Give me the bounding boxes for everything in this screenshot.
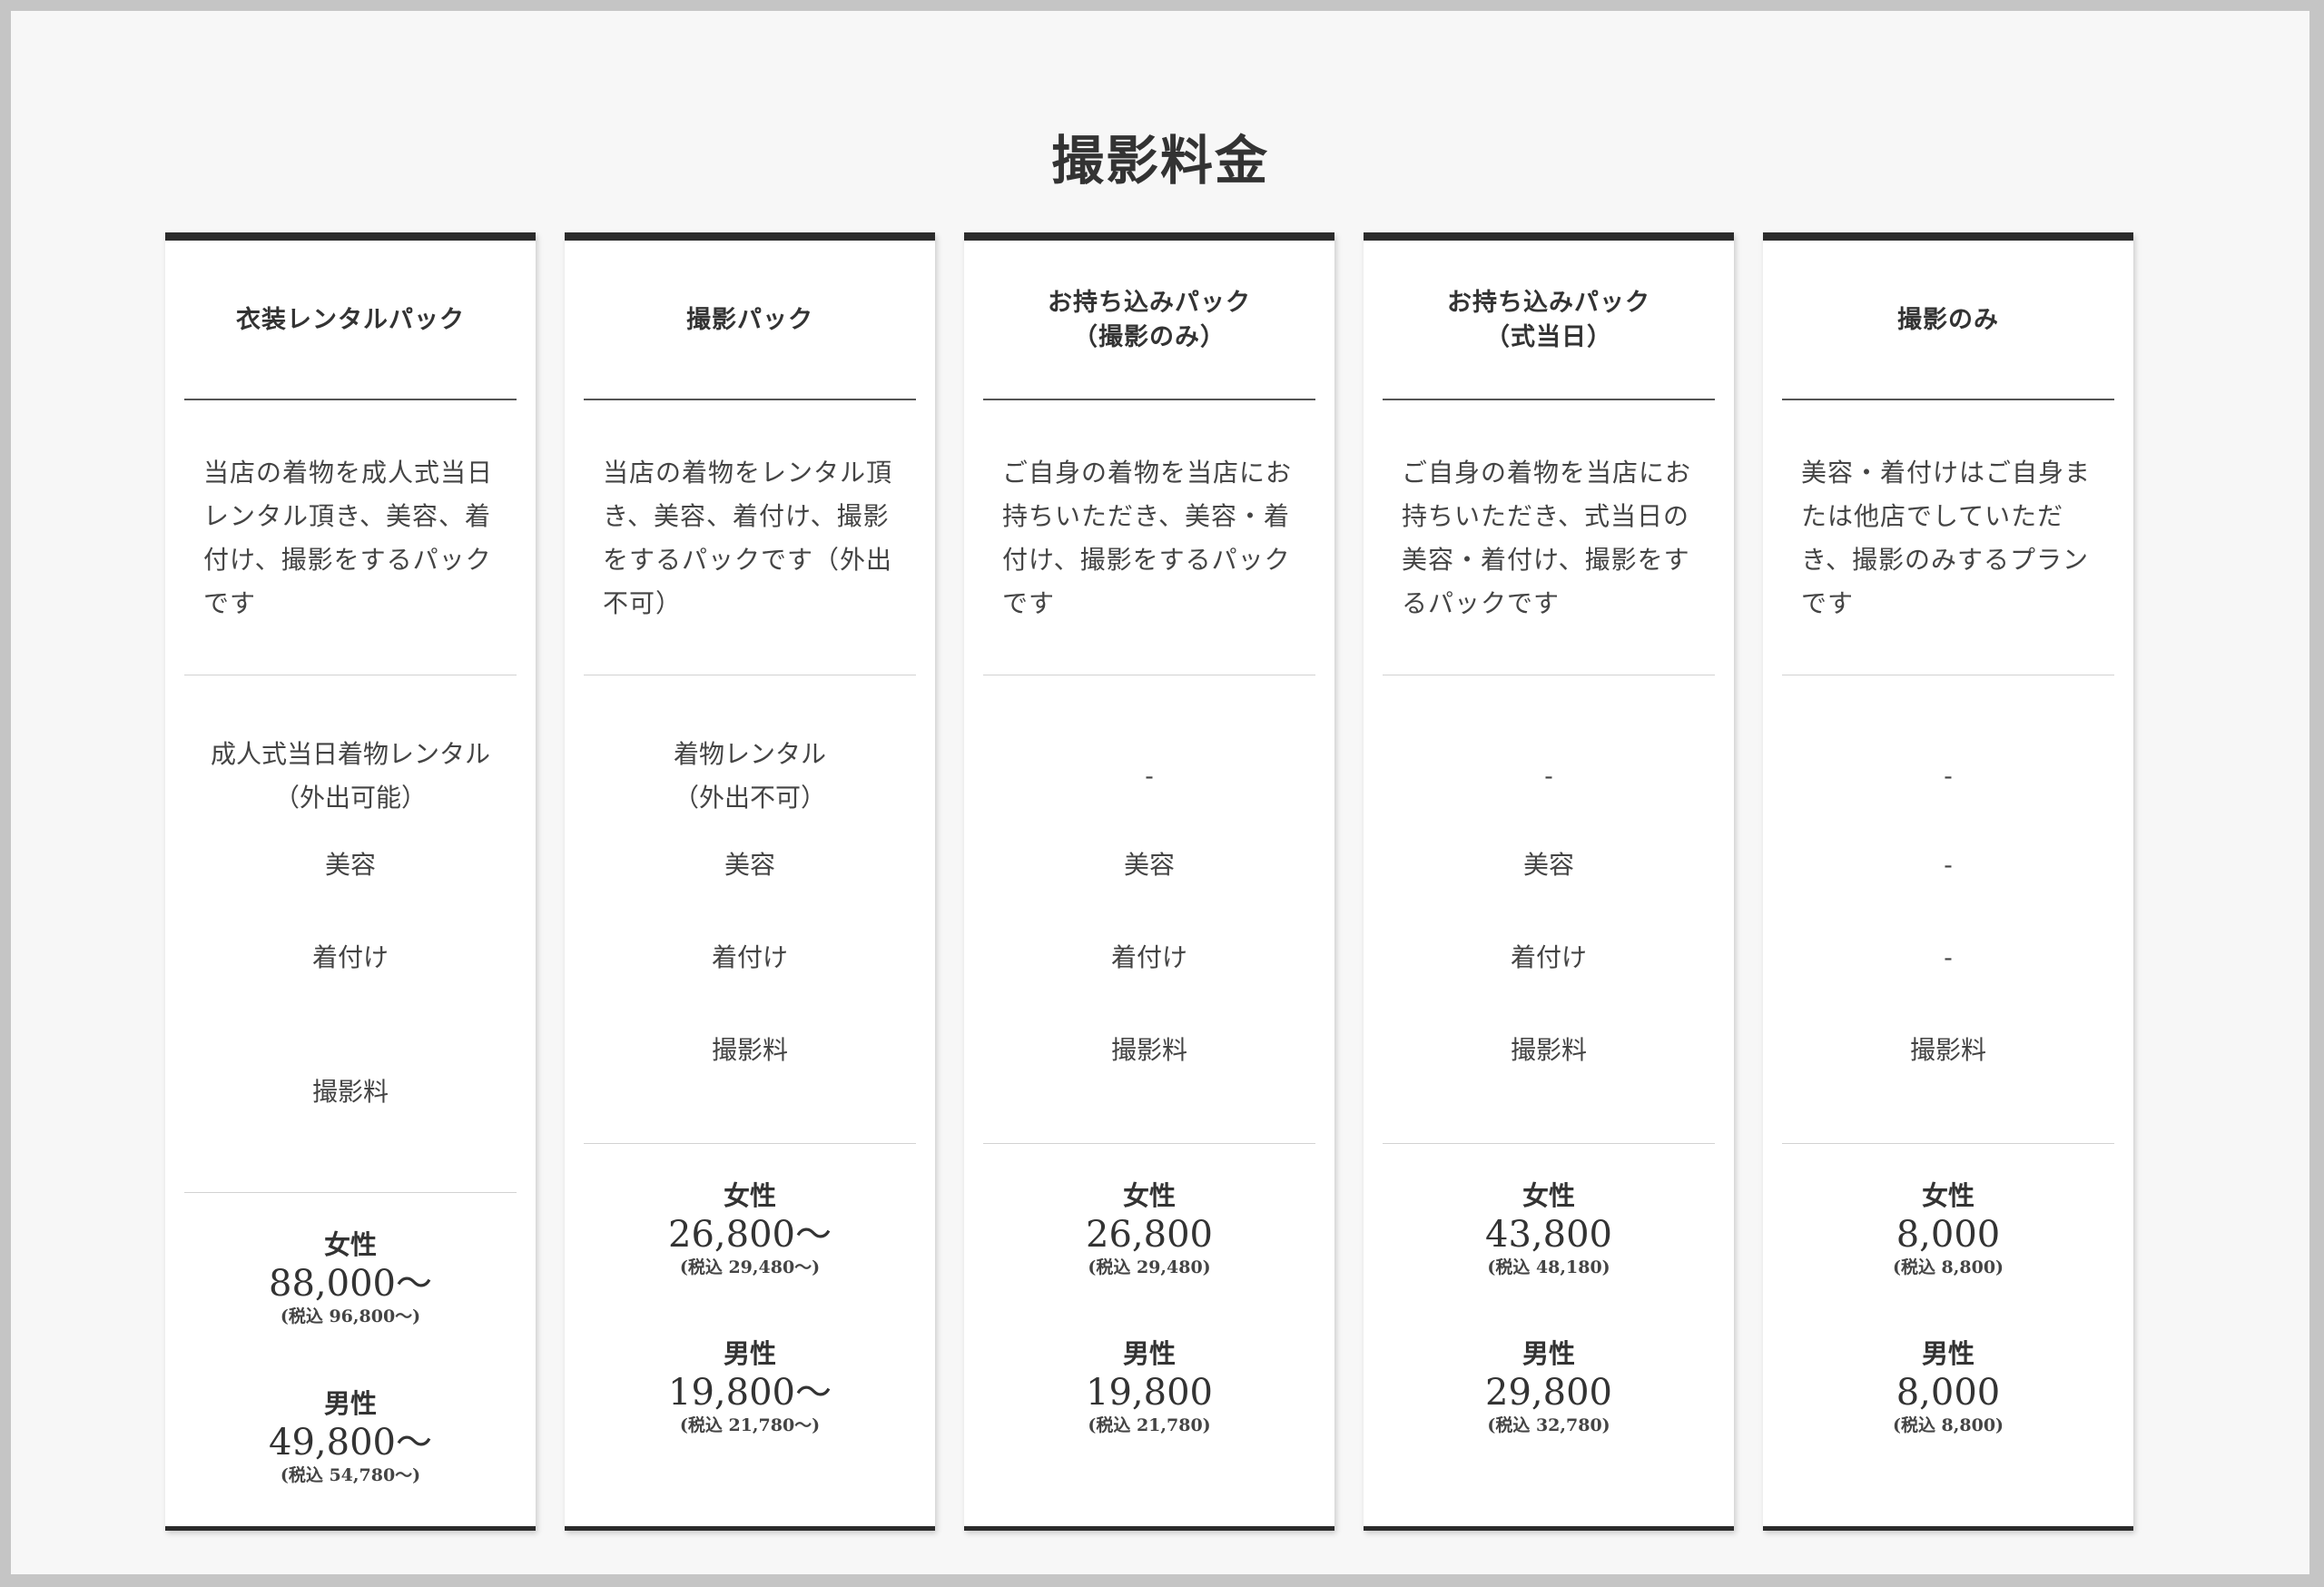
female-price: 8,000 bbox=[1896, 1214, 2001, 1256]
female-label: 女性 bbox=[1122, 1180, 1176, 1211]
plan-description: 当店の着物をレンタル頂き、美容、着付け、撮影をするパックです（外出不可） bbox=[603, 458, 893, 618]
female-price: 26,800 bbox=[1086, 1214, 1213, 1256]
feature-kimono-rental: - bbox=[1944, 761, 1953, 791]
female-label: 女性 bbox=[723, 1180, 776, 1211]
male-price: 29,800 bbox=[1485, 1372, 1612, 1414]
divider bbox=[584, 399, 916, 400]
feature-photo: 撮影料 bbox=[1510, 1035, 1587, 1065]
female-price: 88,000〜 bbox=[269, 1263, 432, 1305]
male-price-with-tax: (税込 32,780) bbox=[1487, 1415, 1610, 1435]
plan-name: 撮影パック bbox=[686, 305, 813, 334]
female-price-with-tax: (税込 96,800〜) bbox=[280, 1306, 421, 1326]
plan-header: お持ち込みパック （式当日） bbox=[1364, 241, 1734, 399]
female-label: 女性 bbox=[323, 1229, 377, 1260]
male-label: 男性 bbox=[723, 1338, 776, 1369]
plan-name: お持ち込みパック （撮影のみ） bbox=[1048, 288, 1251, 351]
feature-dressing: 着付け bbox=[1110, 942, 1187, 972]
plan-description: ご自身の着物を当店にお持ちいただき、美容・着付け、撮影をするパックです bbox=[1002, 458, 1293, 618]
feature-kimono-rental: - bbox=[1145, 761, 1154, 791]
plan-header: お持ち込みパック （撮影のみ） bbox=[964, 241, 1334, 399]
female-label: 女性 bbox=[1521, 1180, 1575, 1211]
plan-card-bring-in-ceremony-day: お持ち込みパック （式当日） ご自身の着物を当店にお持ちいただき、式当日の美容・… bbox=[1364, 232, 1734, 1531]
page-content: 撮影料金 衣装レンタルパック 当店の着物を成人式当日レンタル頂き、美容、着付け、… bbox=[11, 11, 2309, 1574]
feature-beauty: - bbox=[1944, 850, 1953, 880]
plan-description: 美容・着付けはご自身または他店でしていただき、撮影のみするプランです bbox=[1801, 458, 2092, 618]
male-price-block: 男性 19,800〜 (税込 21,780〜) bbox=[565, 1336, 935, 1437]
female-price-block: 女性 88,000〜 (税込 96,800〜) bbox=[165, 1227, 536, 1328]
female-price-block: 女性 8,000 (税込 8,800) bbox=[1763, 1178, 2133, 1279]
female-price-with-tax: (税込 8,800) bbox=[1892, 1257, 2004, 1277]
female-price: 43,800 bbox=[1485, 1214, 1612, 1256]
feature-dressing: 着付け bbox=[1510, 942, 1587, 972]
plan-description: ご自身の着物を当店にお持ちいただき、式当日の美容・着付け、撮影をするパックです bbox=[1402, 458, 1692, 618]
plan-header: 撮影パック bbox=[565, 241, 935, 399]
male-label: 男性 bbox=[1521, 1338, 1575, 1369]
divider bbox=[184, 399, 517, 400]
divider bbox=[1383, 1143, 1715, 1144]
divider bbox=[584, 1143, 916, 1144]
male-price: 8,000 bbox=[1896, 1372, 2001, 1414]
feature-beauty: 美容 bbox=[324, 850, 376, 880]
male-price: 19,800〜 bbox=[668, 1372, 832, 1414]
divider bbox=[983, 399, 1315, 400]
female-label: 女性 bbox=[1921, 1180, 1974, 1211]
male-price-with-tax: (税込 8,800) bbox=[1892, 1415, 2004, 1435]
male-label: 男性 bbox=[1921, 1338, 1974, 1369]
feature-kimono-rental: 成人式当日着物レンタル （外出可能） bbox=[210, 739, 490, 813]
male-price-with-tax: (税込 21,780〜) bbox=[679, 1415, 821, 1435]
divider bbox=[1782, 399, 2114, 400]
feature-kimono-rental: 着物レンタル （外出不可） bbox=[673, 739, 826, 813]
plan-header: 撮影のみ bbox=[1763, 241, 2133, 399]
plan-card-photo-only: 撮影のみ 美容・着付けはご自身または他店でしていただき、撮影のみするプランです … bbox=[1763, 232, 2133, 1531]
male-price-block: 男性 29,800 (税込 32,780) bbox=[1364, 1336, 1734, 1437]
female-price: 26,800〜 bbox=[668, 1214, 832, 1256]
female-price-with-tax: (税込 29,480〜) bbox=[679, 1257, 821, 1277]
male-price-with-tax: (税込 54,780〜) bbox=[280, 1465, 421, 1485]
female-price-block: 女性 43,800 (税込 48,180) bbox=[1364, 1178, 1734, 1279]
plan-card-photo-pack: 撮影パック 当店の着物をレンタル頂き、美容、着付け、撮影をするパックです（外出不… bbox=[565, 232, 935, 1531]
feature-beauty: 美容 bbox=[1123, 850, 1175, 880]
female-price-with-tax: (税込 48,180) bbox=[1487, 1257, 1610, 1277]
feature-dressing: - bbox=[1944, 942, 1953, 972]
male-price: 19,800 bbox=[1086, 1372, 1213, 1414]
male-price-block: 男性 19,800 (税込 21,780) bbox=[964, 1336, 1334, 1437]
plan-name: 衣装レンタルパック bbox=[236, 305, 465, 334]
feature-photo: 撮影料 bbox=[311, 1077, 389, 1107]
feature-dressing: 着付け bbox=[311, 942, 389, 972]
male-label: 男性 bbox=[323, 1388, 377, 1419]
feature-photo: 撮影料 bbox=[1909, 1035, 1986, 1065]
plan-description: 当店の着物を成人式当日レンタル頂き、美容、着付け、撮影をするパックです bbox=[203, 458, 494, 618]
feature-beauty: 美容 bbox=[1522, 850, 1574, 880]
feature-photo: 撮影料 bbox=[711, 1035, 788, 1065]
divider bbox=[184, 1192, 517, 1193]
feature-kimono-rental: - bbox=[1544, 761, 1553, 791]
divider bbox=[1383, 399, 1715, 400]
plan-name: 撮影のみ bbox=[1897, 305, 1999, 334]
pricing-plans: 衣装レンタルパック 当店の着物を成人式当日レンタル頂き、美容、着付け、撮影をする… bbox=[165, 232, 2148, 1534]
divider bbox=[983, 1143, 1315, 1144]
plan-header: 衣装レンタルパック bbox=[165, 241, 536, 399]
male-price-block: 男性 49,800〜 (税込 54,780〜) bbox=[165, 1385, 536, 1487]
male-price-with-tax: (税込 21,780) bbox=[1088, 1415, 1211, 1435]
female-price-block: 女性 26,800〜 (税込 29,480〜) bbox=[565, 1178, 935, 1279]
male-price: 49,800〜 bbox=[269, 1422, 432, 1464]
male-label: 男性 bbox=[1122, 1338, 1176, 1369]
plan-card-bring-in-photo: お持ち込みパック （撮影のみ） ご自身の着物を当店にお持ちいただき、美容・着付け… bbox=[964, 232, 1334, 1531]
plan-name: お持ち込みパック （式当日） bbox=[1447, 288, 1650, 351]
feature-beauty: 美容 bbox=[724, 850, 775, 880]
feature-dressing: 着付け bbox=[711, 942, 788, 972]
male-price-block: 男性 8,000 (税込 8,800) bbox=[1763, 1336, 2133, 1437]
plan-card-costume-rental: 衣装レンタルパック 当店の着物を成人式当日レンタル頂き、美容、着付け、撮影をする… bbox=[165, 232, 536, 1531]
page-title: 撮影料金 bbox=[1050, 130, 1269, 192]
feature-photo: 撮影料 bbox=[1110, 1035, 1187, 1065]
divider bbox=[1782, 1143, 2114, 1144]
female-price-block: 女性 26,800 (税込 29,480) bbox=[964, 1178, 1334, 1279]
female-price-with-tax: (税込 29,480) bbox=[1088, 1257, 1211, 1277]
